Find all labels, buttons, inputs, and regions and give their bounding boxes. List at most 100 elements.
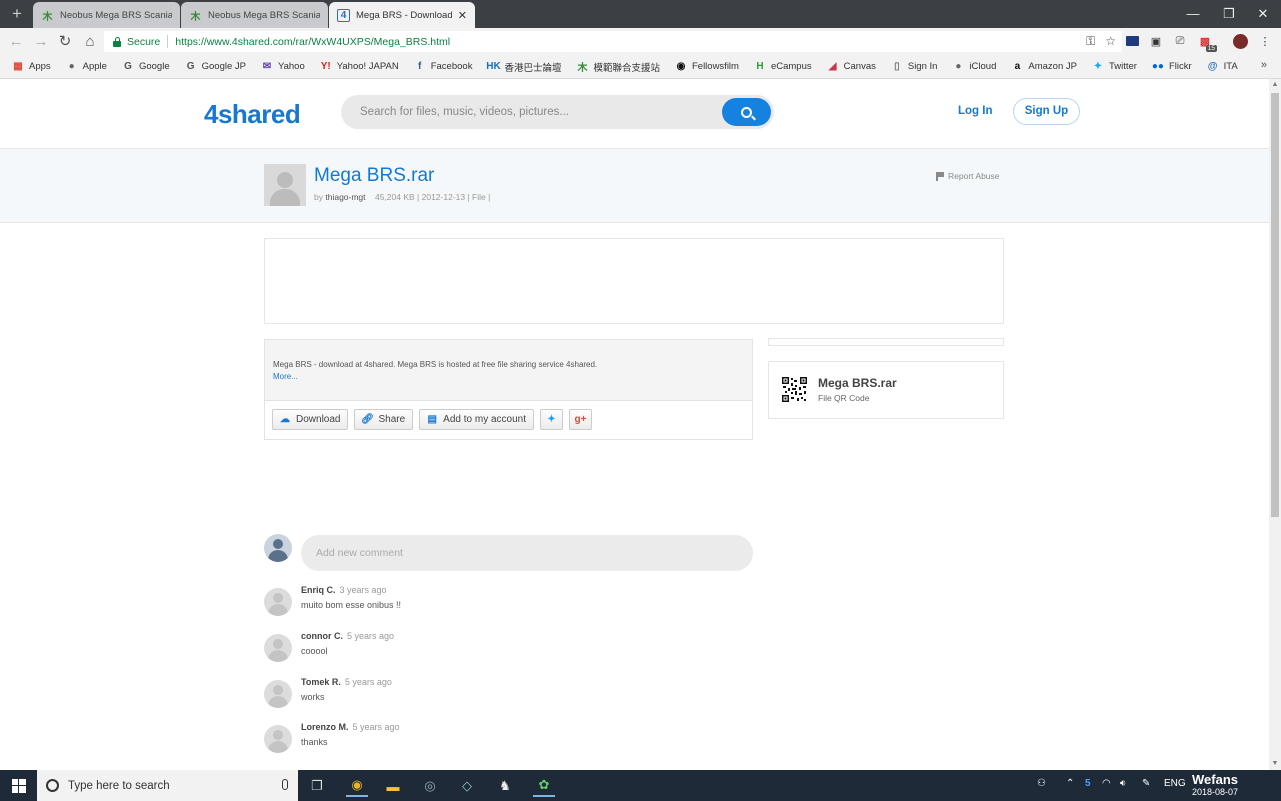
bookmark-item[interactable]: ▦ Apps xyxy=(12,61,50,73)
home-icon[interactable]: ⌂ xyxy=(80,32,100,52)
volume-icon[interactable]: 🔉︎ xyxy=(1120,778,1126,789)
bookmark-item[interactable]: 木模範聯合支援站 xyxy=(576,60,660,75)
file-explorer-icon[interactable]: ▬ xyxy=(382,775,404,797)
login-link[interactable]: Log In xyxy=(958,105,993,117)
scrollbar-thumb[interactable] xyxy=(1271,93,1279,517)
comment-author[interactable]: Enriq C. xyxy=(301,585,336,595)
search-input[interactable] xyxy=(341,95,721,129)
reload-icon[interactable]: ↻ xyxy=(55,32,75,52)
commenter-avatar[interactable] xyxy=(264,725,292,753)
comment-author[interactable]: Tomek R. xyxy=(301,677,341,687)
people-icon[interactable]: ⚇ xyxy=(1037,778,1046,789)
page-scrollbar[interactable]: ▲ ▼ xyxy=(1269,79,1281,770)
task-view-icon[interactable]: ❐ xyxy=(306,775,328,797)
fox-app-icon[interactable]: ♞ xyxy=(494,775,516,797)
report-abuse-link[interactable]: Report Abuse xyxy=(936,171,1000,181)
bookmark-item[interactable]: G Google JP xyxy=(185,61,246,73)
menu-kebab-icon[interactable]: ⋮ xyxy=(1257,33,1273,49)
scroll-up-arrow-icon[interactable]: ▲ xyxy=(1269,79,1281,91)
windows-taskbar: Type here to search ❐ ◉ ▬ ◎ ◇ ♞ ✿ ⚇ ⌃ 5 … xyxy=(0,770,1281,801)
language-indicator[interactable]: ENG xyxy=(1164,778,1186,789)
bookmarks-overflow-icon[interactable]: » xyxy=(1261,59,1267,71)
notification-extension-icon[interactable]: ▩ 15 xyxy=(1197,33,1217,52)
bookmark-item[interactable]: HK 香港巴士論壇 xyxy=(486,60,561,74)
cast-icon[interactable]: ⎚ xyxy=(1172,33,1188,49)
bookmark-item[interactable]: HeCampus xyxy=(754,61,811,73)
google-plus-icon: g+ xyxy=(574,414,587,425)
add-comment-input[interactable] xyxy=(301,535,753,571)
tray-app-badge[interactable]: 5 xyxy=(1085,778,1091,789)
cortana-icon xyxy=(46,779,59,792)
uploader-link[interactable]: thiago-mgt xyxy=(325,192,365,202)
facebook-icon: f xyxy=(418,61,422,72)
bookmark-item[interactable]: ● Apple xyxy=(66,61,107,73)
google-icon: G xyxy=(124,61,132,72)
google-plus-share-button[interactable]: g+ xyxy=(569,409,592,430)
commenter-avatar[interactable] xyxy=(264,588,292,616)
search-icon xyxy=(741,106,752,118)
microphone-icon[interactable] xyxy=(282,779,288,790)
bookmark-label: 模範聯合支援站 xyxy=(593,62,660,74)
extension-icon[interactable]: ▣ xyxy=(1148,33,1164,49)
add-to-account-button[interactable]: ▤ Add to my account xyxy=(419,409,534,430)
tray-chevron-icon[interactable]: ⌃ xyxy=(1066,778,1074,789)
twitter-share-button[interactable]: ✦ xyxy=(540,409,563,430)
bookmark-item[interactable]: ◉ Fellowsfilm xyxy=(675,61,739,73)
comment-author[interactable]: connor C. xyxy=(301,631,343,641)
uploader-avatar[interactable] xyxy=(264,164,306,206)
bookmark-item[interactable]: ● iCloud xyxy=(952,61,996,73)
search-button[interactable] xyxy=(722,98,771,126)
commenter-avatar[interactable] xyxy=(264,634,292,662)
tree-app-icon[interactable]: ✿ xyxy=(533,775,555,797)
scroll-down-arrow-icon[interactable]: ▼ xyxy=(1269,758,1281,770)
bookmark-item[interactable]: ◢ Canvas xyxy=(827,61,876,73)
bookmark-item[interactable]: Y! Yahoo! JAPAN xyxy=(320,61,399,73)
key-icon[interactable]: ⚿ xyxy=(1086,34,1095,49)
comment-author[interactable]: Lorenzo M. xyxy=(301,722,349,732)
star-icon[interactable]: ☆ xyxy=(1105,34,1116,49)
chrome-icon[interactable]: ◉ xyxy=(346,775,368,797)
bookmark-item[interactable]: ●● Flickr xyxy=(1152,61,1192,73)
lock-icon xyxy=(112,36,122,47)
browser-tab-active[interactable]: 4 Mega BRS - Download - 4 ✕ xyxy=(329,2,475,28)
close-window-button[interactable]: ✕ xyxy=(1240,4,1281,24)
pen-icon[interactable]: ✎ xyxy=(1142,778,1150,789)
close-tab-icon[interactable]: ✕ xyxy=(458,9,467,22)
description: Mega BRS - download at 4shared. Mega BRS… xyxy=(265,340,752,401)
bookmark-item[interactable]: ✦ Twitter xyxy=(1092,61,1137,73)
bookmark-label: Google xyxy=(138,61,170,72)
forward-arrow-icon[interactable]: → xyxy=(31,32,51,52)
qr-code-box[interactable]: Mega BRS.rar File QR Code xyxy=(768,361,1004,419)
bookmark-item[interactable]: @ ITA xyxy=(1207,61,1238,73)
download-button[interactable]: ☁ Download xyxy=(272,409,349,430)
clock[interactable]: Wefans 2018-08-07 xyxy=(1192,773,1238,799)
browser-tab[interactable]: 木 Neobus Mega BRS Scania K2 xyxy=(33,2,180,28)
bookmark-item[interactable]: ✉ Yahoo xyxy=(261,61,305,73)
film-reel-icon: ◉ xyxy=(676,61,686,72)
more-link[interactable]: More... xyxy=(273,371,752,383)
bookmark-item[interactable]: ▯ Sign In xyxy=(891,61,937,73)
ad-placeholder xyxy=(264,238,1004,324)
profile-avatar[interactable] xyxy=(1233,34,1248,49)
link-icon: 🔗︎ xyxy=(361,414,374,425)
browser-tab[interactable]: 木 Neobus Mega BRS Scania K2 xyxy=(181,2,328,28)
network-icon[interactable]: ◠ xyxy=(1102,778,1111,789)
url-text[interactable]: https://www.4shared.com/rar/WxW4UXPS/Meg… xyxy=(175,36,450,48)
taskbar-search[interactable]: Type here to search xyxy=(37,770,298,801)
omnibox-actions: ⚿ ☆ xyxy=(1086,34,1116,49)
bookmark-item[interactable]: f Facebook xyxy=(414,61,473,73)
back-arrow-icon[interactable]: ← xyxy=(6,32,26,52)
bookmark-item[interactable]: a Amazon JP xyxy=(1011,61,1077,73)
steam-icon[interactable]: ◎ xyxy=(419,775,441,797)
bookmark-item[interactable]: G Google xyxy=(122,61,170,73)
signup-button[interactable]: Sign Up xyxy=(1013,98,1080,125)
commenter-avatar[interactable] xyxy=(264,680,292,708)
address-bar[interactable]: Secure https://www.4shared.com/rar/WxW4U… xyxy=(104,31,1122,52)
app-icon[interactable]: ◇ xyxy=(456,775,478,797)
4shared-logo[interactable]: 4shared xyxy=(204,99,301,130)
flag-extension-icon[interactable] xyxy=(1126,36,1139,46)
new-tab-button[interactable]: + xyxy=(8,5,26,23)
bookmark-label: Facebook xyxy=(430,61,473,72)
start-button[interactable] xyxy=(0,770,37,801)
share-button[interactable]: 🔗︎ Share xyxy=(354,409,414,430)
